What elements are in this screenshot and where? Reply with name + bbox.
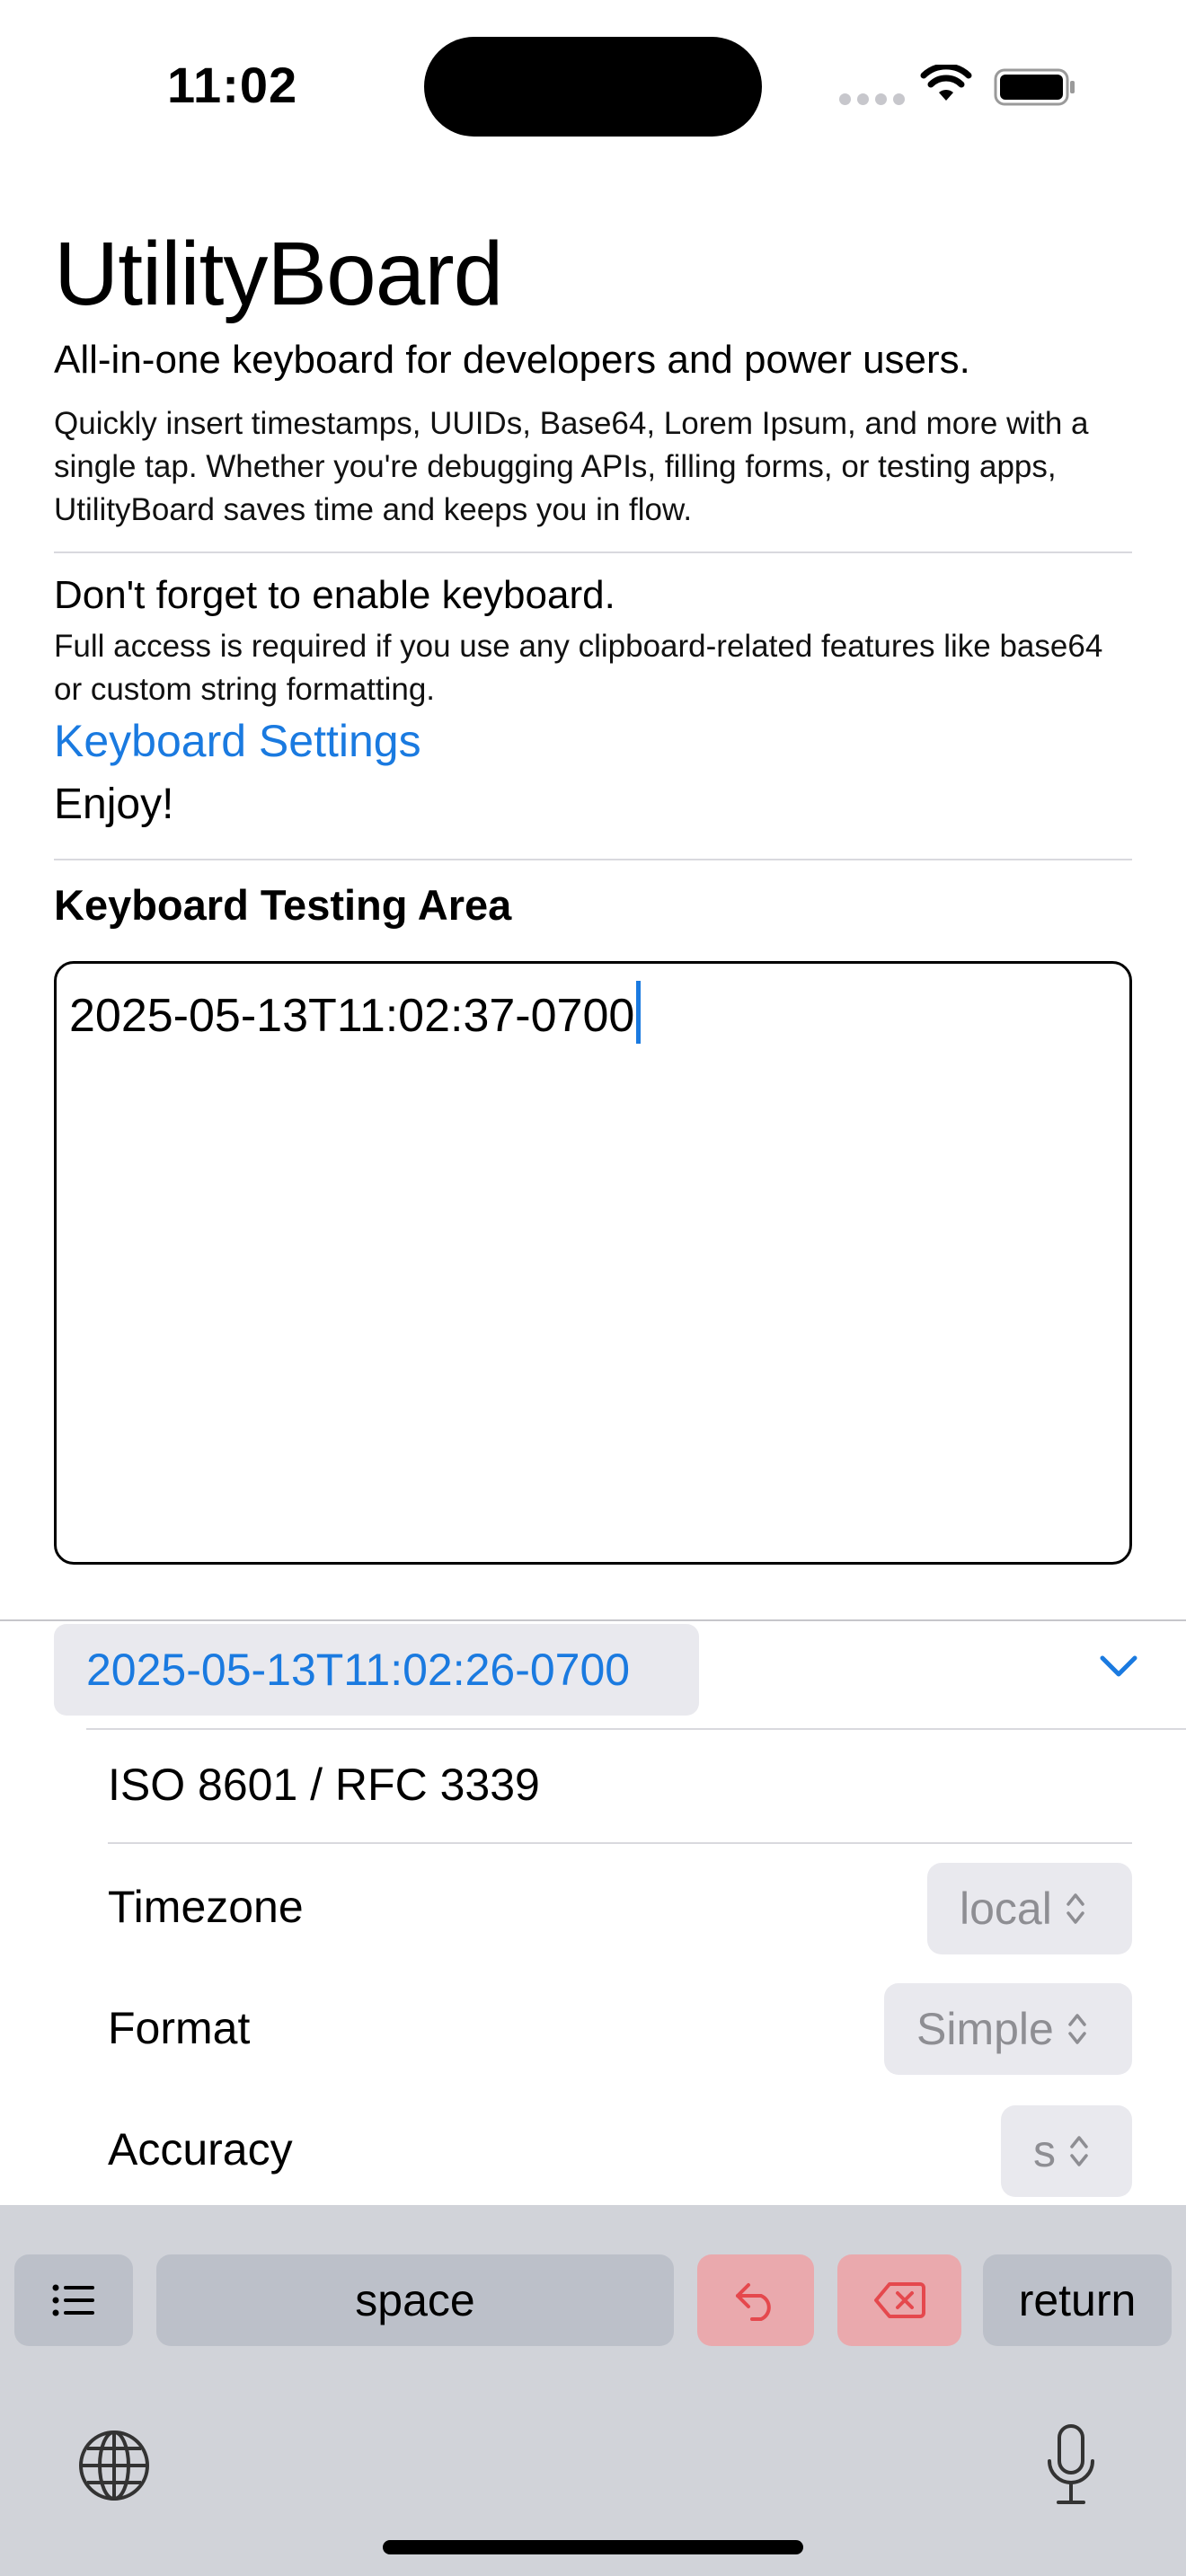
accuracy-label: Accuracy <box>108 2124 293 2175</box>
delete-key[interactable] <box>837 2254 961 2346</box>
accuracy-picker[interactable]: s <box>1001 2105 1132 2197</box>
text-caret <box>636 981 642 1045</box>
chevron-up-down-icon <box>1068 2014 1086 2044</box>
keyboard-settings-link[interactable]: Keyboard Settings <box>54 715 421 767</box>
delete-backward-icon <box>874 2282 925 2318</box>
divider <box>54 859 1132 860</box>
format-label: Format <box>108 2003 251 2053</box>
timezone-label: Timezone <box>108 1882 304 1932</box>
chevron-up-down-icon <box>1070 2136 1088 2166</box>
globe-icon[interactable] <box>77 2429 151 2502</box>
app-title: UtilityBoard <box>54 224 503 324</box>
testing-area-title: Keyboard Testing Area <box>54 881 512 929</box>
app-subtitle: All-in-one keyboard for developers and p… <box>54 338 970 382</box>
keyboard-top-border <box>0 1619 1186 1621</box>
battery-icon <box>994 68 1075 106</box>
menu-key[interactable] <box>14 2254 133 2346</box>
undo-key[interactable] <box>697 2254 814 2346</box>
undo-arrow-icon <box>736 2283 771 2321</box>
divider <box>54 551 1132 553</box>
enjoy-text: Enjoy! <box>54 781 174 828</box>
home-indicator <box>383 2540 803 2554</box>
keyboard-testing-textarea[interactable]: 2025-05-13T11:02:37-0700 <box>54 961 1132 1565</box>
timestamp-preview-chip[interactable]: 2025-05-13T11:02:26-0700 <box>54 1624 699 1716</box>
divider <box>108 1842 1132 1844</box>
microphone-icon[interactable] <box>1046 2423 1096 2506</box>
chevron-down-icon[interactable] <box>1098 1653 1139 1680</box>
timezone-value: local <box>960 1883 1052 1934</box>
dynamic-island <box>424 37 762 137</box>
timezone-picker[interactable]: local <box>927 1863 1132 1954</box>
divider <box>86 1728 1186 1730</box>
list-icon <box>52 2284 94 2316</box>
status-time: 11:02 <box>167 57 298 113</box>
return-key[interactable]: return <box>983 2254 1172 2346</box>
testing-textarea-value: 2025-05-13T11:02:37-0700 <box>69 990 635 1042</box>
enable-keyboard-reminder: Don't forget to enable keyboard. <box>54 573 615 617</box>
format-value: Simple <box>916 2004 1054 2054</box>
space-key[interactable]: space <box>156 2254 674 2346</box>
chevron-up-down-icon <box>1067 1893 1084 1924</box>
full-access-note: Full access is required if you use any c… <box>54 629 1103 707</box>
accuracy-value: s <box>1033 2126 1056 2176</box>
app-description: Quickly insert timestamps, UUIDs, Base64… <box>54 406 1089 527</box>
wifi-icon <box>920 65 972 101</box>
cellular-signal-icon <box>839 93 911 110</box>
format-picker[interactable]: Simple <box>884 1983 1132 2075</box>
format-name-label: ISO 8601 / RFC 3339 <box>108 1760 540 1810</box>
